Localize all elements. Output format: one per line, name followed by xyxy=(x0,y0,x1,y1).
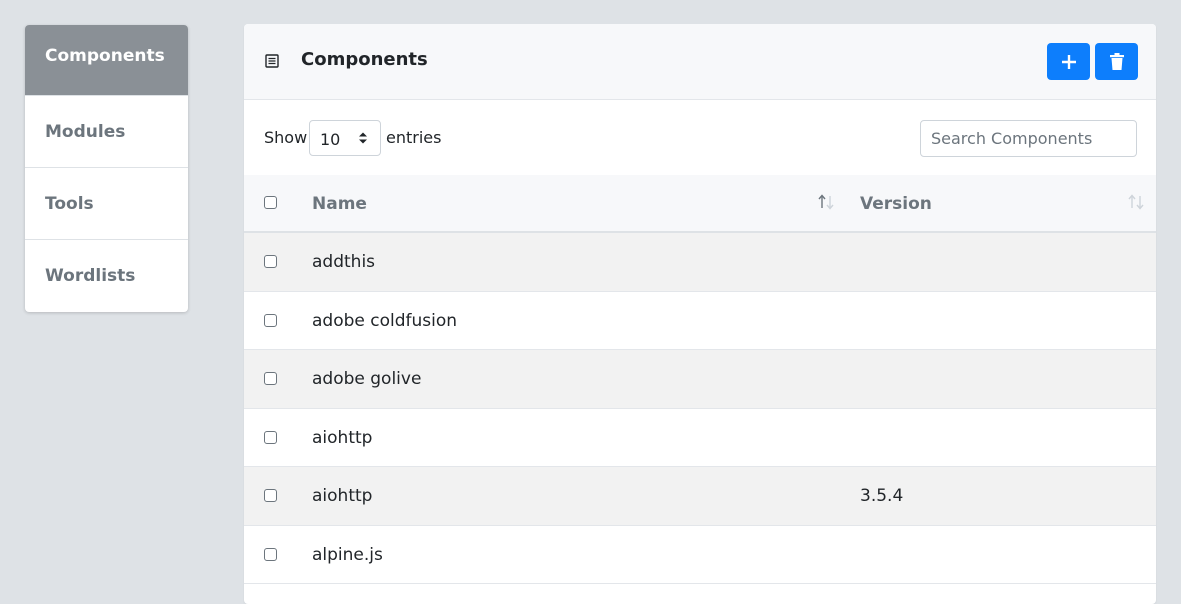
table-row[interactable]: adobe golive xyxy=(244,350,1156,409)
card-header: Components xyxy=(244,24,1156,100)
table-row[interactable]: alpine.js xyxy=(244,525,1156,584)
sidebar-item-modules[interactable]: Modules xyxy=(25,96,188,168)
column-header-name[interactable]: Name xyxy=(312,194,367,214)
table-row[interactable]: aiohttp 3.5.4 xyxy=(244,467,1156,526)
components-card: Components Show 10 entries Search Compon… xyxy=(244,24,1156,604)
row-checkbox[interactable] xyxy=(264,255,277,268)
components-table: Name Version addthis adobe coldfusion ad… xyxy=(244,175,1156,584)
entries-label: entries xyxy=(386,128,442,147)
select-arrows-icon xyxy=(359,132,367,144)
entries-select[interactable]: 10 xyxy=(309,120,381,156)
table-row[interactable]: aiohttp xyxy=(244,408,1156,467)
cell-name: alpine.js xyxy=(312,544,383,565)
sidebar: Components Modules Tools Wordlists xyxy=(25,25,188,312)
table-controls: Show 10 entries xyxy=(244,100,1156,175)
select-all-checkbox[interactable] xyxy=(264,196,277,209)
table-header: Name Version xyxy=(244,175,1156,233)
list-icon xyxy=(265,54,279,68)
cell-name: aiohttp xyxy=(312,427,373,448)
page-title: Components xyxy=(301,49,428,70)
row-checkbox[interactable] xyxy=(264,430,277,444)
delete-button[interactable] xyxy=(1095,43,1138,80)
column-header-version[interactable]: Version xyxy=(860,194,932,214)
plus-icon xyxy=(1061,54,1076,69)
row-checkbox[interactable] xyxy=(264,372,277,385)
cell-name: adobe coldfusion xyxy=(312,310,458,331)
cell-name: addthis xyxy=(312,252,376,272)
row-checkbox[interactable] xyxy=(264,313,277,327)
sort-icon[interactable] xyxy=(817,193,835,211)
table-row[interactable]: addthis xyxy=(244,233,1156,292)
sidebar-item-wordlists[interactable]: Wordlists xyxy=(25,240,188,312)
trash-icon xyxy=(1109,53,1124,70)
search-input[interactable] xyxy=(920,120,1137,157)
cell-version: 3.5.4 xyxy=(860,486,904,506)
show-label: Show xyxy=(264,128,308,147)
row-checkbox[interactable] xyxy=(264,489,277,502)
sidebar-item-components[interactable]: Components xyxy=(25,25,188,96)
row-checkbox[interactable] xyxy=(264,547,277,561)
sidebar-item-tools[interactable]: Tools xyxy=(25,168,188,240)
cell-name: adobe golive xyxy=(312,369,422,389)
sort-icon[interactable] xyxy=(1127,193,1145,211)
cell-name: aiohttp xyxy=(312,486,373,506)
table-row[interactable]: adobe coldfusion xyxy=(244,291,1156,350)
entries-value: 10 xyxy=(320,130,341,149)
add-button[interactable] xyxy=(1047,43,1090,80)
